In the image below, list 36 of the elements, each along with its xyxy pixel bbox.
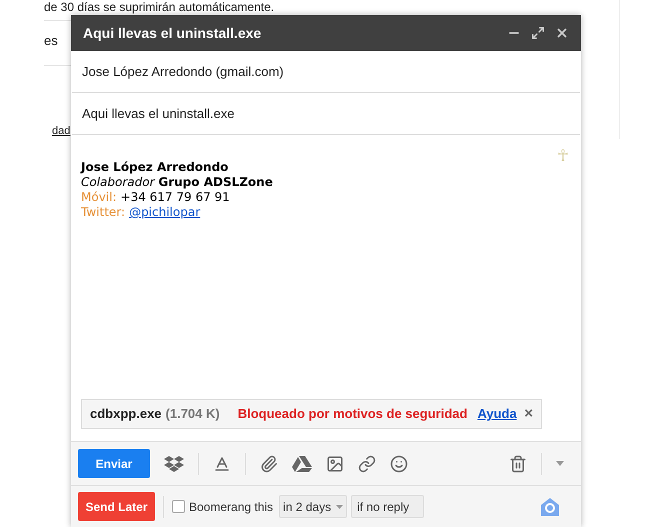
expand-icon[interactable] (531, 26, 545, 40)
signature-name: Jose López Arredondo (81, 160, 230, 175)
send-button[interactable]: Enviar (78, 449, 150, 478)
condition-field[interactable]: if no reply (351, 495, 424, 518)
boomerang-label: Boomerang this (189, 498, 274, 516)
background-text: es (44, 33, 58, 48)
attachment-size: (1.704 K) (166, 405, 220, 424)
boomerang-checkbox[interactable] (172, 500, 185, 513)
dropbox-icon[interactable] (164, 454, 184, 472)
send-later-button[interactable]: Send Later (78, 492, 155, 521)
image-icon[interactable] (326, 454, 344, 472)
background-text: de 30 días se suprimirán automáticamente. (44, 0, 274, 14)
trash-icon[interactable] (509, 454, 527, 472)
caret-icon (336, 504, 344, 508)
window-title: Aqui llevas el uninstall.exe (83, 24, 262, 43)
close-icon[interactable] (555, 26, 569, 40)
recipient-field[interactable]: Jose López Arredondo (gmail.com) (72, 51, 580, 93)
paperclip-icon[interactable] (260, 454, 278, 472)
when-dropdown[interactable]: in 2 days (279, 495, 348, 518)
remove-attachment-button[interactable]: × (524, 402, 533, 426)
attachment-name: cdbxpp.exe (90, 405, 162, 424)
twitter-label: Twitter: (81, 205, 126, 220)
background-link[interactable]: dad (52, 122, 70, 139)
link-icon[interactable] (358, 454, 376, 472)
signature-role: Colaborador Grupo ADSLZone (81, 175, 274, 190)
phone-number: +34 617 79 67 91 (120, 190, 230, 205)
caret-icon[interactable] (556, 461, 564, 466)
blocked-warning: Bloqueado por motivos de seguridad (238, 405, 468, 424)
twitter-link[interactable]: @pichilopar (129, 205, 200, 220)
drive-icon[interactable] (292, 454, 312, 472)
ankh-icon: ☥ (557, 145, 569, 169)
phone-label: Móvil: (81, 190, 117, 205)
subject-field[interactable]: Aqui llevas el uninstall.exe (72, 93, 580, 135)
emoji-icon[interactable] (390, 454, 408, 472)
help-link[interactable]: Ayuda (477, 404, 517, 424)
formatting-icon[interactable] (213, 454, 231, 472)
